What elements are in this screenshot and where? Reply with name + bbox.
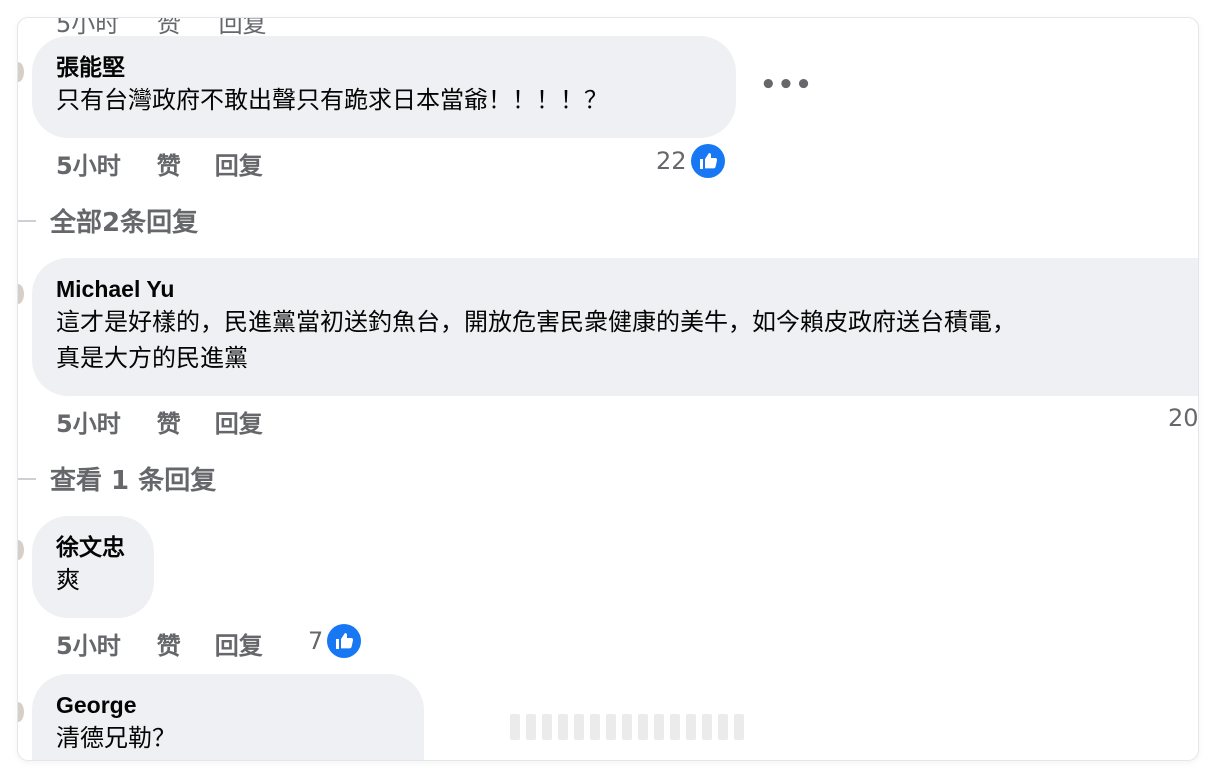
more-options-icon[interactable]: ••• [760,70,813,100]
avatar[interactable] [18,702,24,722]
like-button[interactable]: 赞 [157,404,181,439]
reply-button[interactable]: 回复 [215,626,263,661]
comment-actions: 5小时 赞 回复 [56,146,297,181]
comment-time[interactable]: 5小时 [56,404,121,439]
like-button[interactable]: 赞 [157,146,181,181]
comment-author[interactable]: George [56,690,400,720]
previous-reply-button[interactable]: 回复 [219,18,267,38]
reply-button[interactable]: 回复 [215,404,263,439]
comment-author[interactable]: 張能堅 [56,52,712,82]
comment-bubble: 張能堅 只有台灣政府不敢出聲只有跪求日本當爺！！！！？ [32,36,736,138]
comment-time[interactable]: 5小时 [56,626,121,661]
reaction-count: 7 [308,627,324,655]
comment-actions: 5小时 赞 回复 [56,404,297,439]
comment-text: 只有台灣政府不敢出聲只有跪求日本當爺！！！！？ [56,86,608,114]
like-icon [327,624,362,658]
comment-author[interactable]: 徐文忠 [56,532,130,562]
view-replies-label[interactable]: 全部2条回复 [50,202,198,239]
comment-text: 清德兄勒？ [56,724,176,752]
reaction-count: 22 [656,147,687,175]
comment-time[interactable]: 5小时 [56,146,121,181]
like-icon [690,144,725,178]
previous-like-button[interactable]: 赞 [157,18,181,38]
avatar[interactable] [18,540,24,560]
comment-text: 爽 [56,566,80,594]
comment-text-line: 真是大方的民進黨 [56,344,248,372]
reaction-summary[interactable]: 22 [656,144,725,178]
comment-bubble: George 清德兄勒？ [32,674,424,760]
avatar[interactable] [18,62,24,82]
view-replies-link[interactable]: 查看 1 条回复 [18,460,216,497]
reaction-summary[interactable]: 7 [308,624,362,658]
comment-author[interactable]: Michael Yu [56,274,1198,304]
thread-line [18,477,36,480]
previous-time[interactable]: 5小时 [56,18,119,38]
comment-actions: 5小时 赞 回复 [56,626,297,661]
view-replies-label[interactable]: 查看 1 条回复 [50,460,216,497]
view-replies-link[interactable]: 全部2条回复 [18,202,198,239]
comment-text-line: 這才是好樣的，民進黨當初送釣魚台，開放危害民衆健康的美牛，如今賴皮政府送台積電， [56,308,1016,336]
thread-line [18,219,36,222]
comments-panel: 5小时 赞 回复 張能堅 只有台灣政府不敢出聲只有跪求日本當爺！！！！？ •••… [18,18,1198,760]
watermark [510,714,744,740]
reaction-count: 20 [1168,404,1198,432]
like-button[interactable]: 赞 [157,626,181,661]
reply-button[interactable]: 回复 [215,146,263,181]
comment-bubble: Michael Yu 這才是好樣的，民進黨當初送釣魚台，開放危害民衆健康的美牛，… [32,258,1198,396]
reaction-summary[interactable]: 20 [1168,404,1198,432]
comment-bubble: 徐文忠 爽 [32,516,154,618]
avatar[interactable] [18,284,24,304]
